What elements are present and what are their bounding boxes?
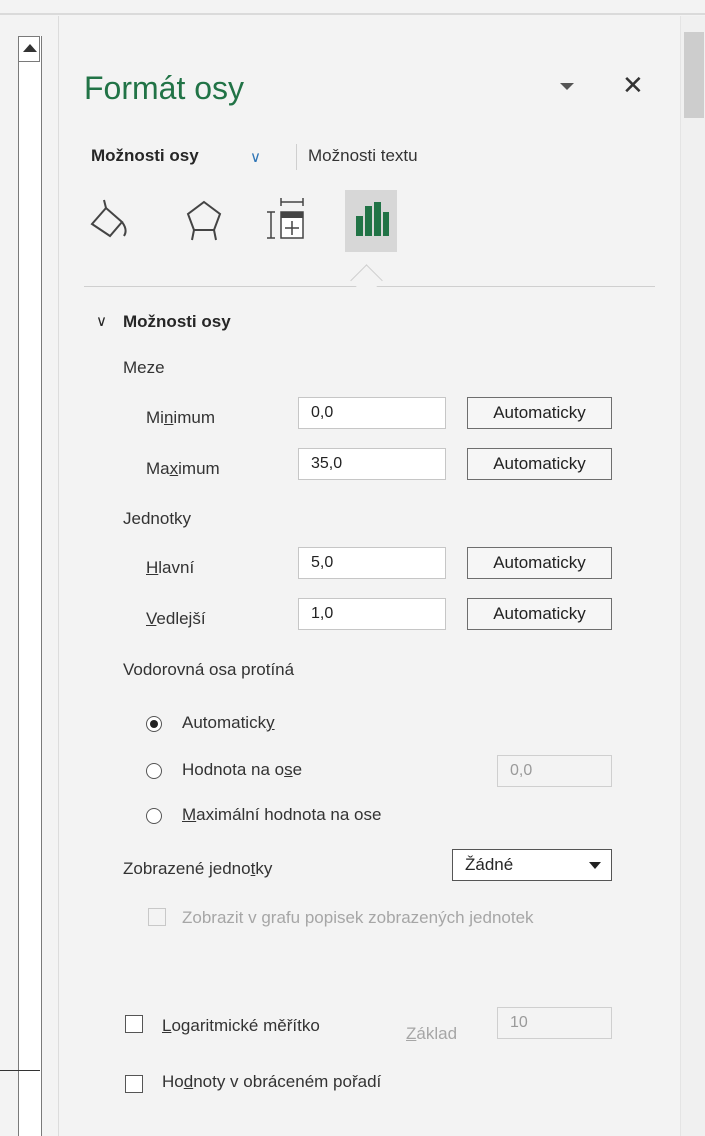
major-label: Hlavní bbox=[146, 558, 195, 577]
maximum-auto-button[interactable]: Automaticky bbox=[467, 448, 612, 480]
crosses-value-input[interactable] bbox=[497, 755, 612, 787]
crosses-value-label[interactable]: Hodnota na ose bbox=[182, 760, 302, 780]
minimum-label: Minimum bbox=[146, 408, 215, 427]
crosses-auto-radio[interactable] bbox=[146, 716, 162, 732]
panel-title: Formát osy bbox=[84, 70, 245, 106]
tab-separator bbox=[296, 144, 297, 170]
minimum-input[interactable] bbox=[298, 397, 446, 429]
log-scale-label[interactable]: Logaritmické měřítko bbox=[162, 1012, 322, 1039]
log-scale-checkbox[interactable] bbox=[125, 1015, 143, 1033]
top-border bbox=[0, 13, 705, 15]
tab-axis-options[interactable]: Možnosti osy bbox=[91, 146, 199, 166]
scroll-up-button[interactable] bbox=[18, 36, 40, 62]
reverse-order-checkbox[interactable] bbox=[125, 1075, 143, 1093]
minimum-auto-button[interactable]: Automaticky bbox=[467, 397, 612, 429]
crosses-label: Vodorovná osa protíná bbox=[123, 660, 295, 679]
arrow-up-icon bbox=[23, 44, 37, 52]
display-units-label: Zobrazené jednotky bbox=[123, 859, 273, 878]
effects-icon[interactable] bbox=[178, 190, 230, 252]
show-units-label: Zobrazit v grafu popisek zobrazených jed… bbox=[182, 908, 534, 927]
dropdown-arrow-icon bbox=[589, 862, 601, 869]
close-icon[interactable]: ✕ bbox=[622, 70, 644, 101]
maximum-input[interactable] bbox=[298, 448, 446, 480]
right-scroll-thumb[interactable] bbox=[684, 32, 704, 118]
base-input[interactable] bbox=[497, 1007, 612, 1039]
collapse-chevron-icon[interactable]: ∨ bbox=[96, 312, 107, 330]
major-input[interactable] bbox=[298, 547, 446, 579]
section-title[interactable]: Možnosti osy bbox=[123, 312, 231, 332]
right-scrollbar[interactable] bbox=[680, 16, 705, 1136]
reverse-order-label[interactable]: Hodnoty v obráceném pořadí bbox=[162, 1072, 381, 1092]
tab-text-options[interactable]: Možnosti textu bbox=[308, 146, 418, 166]
crosses-max-radio[interactable] bbox=[146, 808, 162, 824]
selected-tab-pointer bbox=[350, 264, 383, 297]
sheet-line bbox=[0, 1070, 40, 1071]
crosses-max-label[interactable]: Maximální hodnota na ose bbox=[182, 805, 381, 825]
maximum-label: Maximum bbox=[146, 459, 220, 478]
base-label: Základ bbox=[406, 1024, 458, 1043]
fill-line-icon[interactable] bbox=[84, 190, 136, 252]
left-scrollbar[interactable] bbox=[18, 36, 42, 1136]
minor-auto-button[interactable]: Automaticky bbox=[467, 598, 612, 630]
show-units-checkbox[interactable] bbox=[148, 908, 166, 926]
chevron-down-icon[interactable]: ∨ bbox=[250, 148, 261, 166]
axis-options-icon[interactable] bbox=[345, 190, 397, 252]
task-pane-options-icon[interactable] bbox=[560, 83, 574, 90]
minor-input[interactable] bbox=[298, 598, 446, 630]
bounds-label: Meze bbox=[123, 358, 165, 377]
display-units-select[interactable]: Žádné bbox=[452, 849, 612, 881]
crosses-value-radio[interactable] bbox=[146, 763, 162, 779]
display-units-value: Žádné bbox=[465, 855, 514, 874]
panel-border bbox=[58, 16, 59, 1136]
size-properties-icon[interactable] bbox=[263, 190, 315, 252]
units-label: Jednotky bbox=[123, 509, 192, 528]
major-auto-button[interactable]: Automaticky bbox=[467, 547, 612, 579]
crosses-auto-label[interactable]: Automaticky bbox=[182, 713, 275, 733]
minor-label: Vedlejší bbox=[146, 609, 206, 628]
